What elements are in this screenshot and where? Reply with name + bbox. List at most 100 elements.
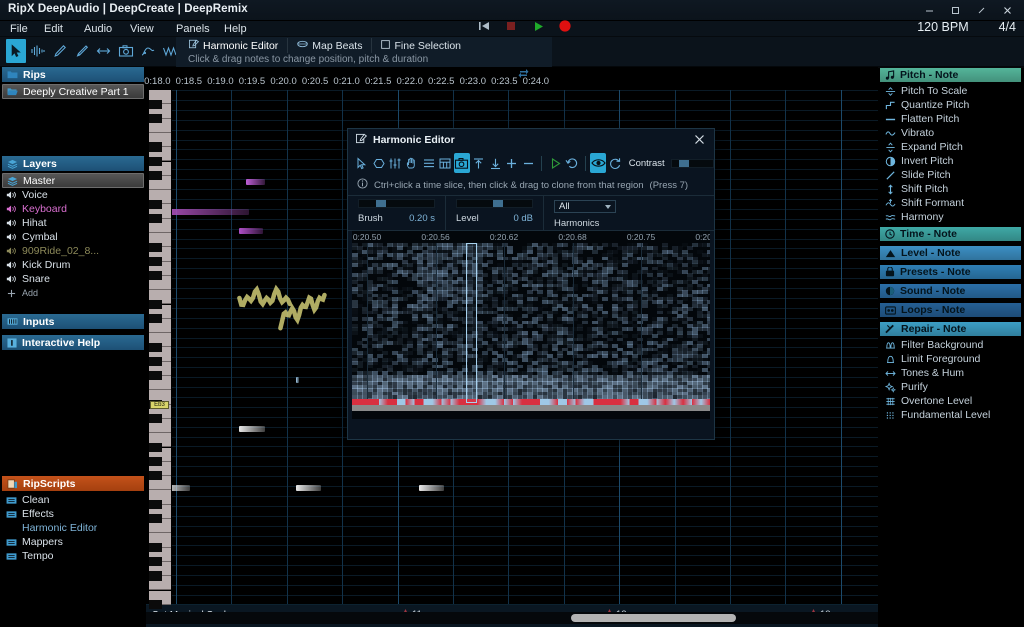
panel-row-clean[interactable]: Clean	[0, 493, 146, 507]
piano-black-key[interactable]	[149, 443, 162, 452]
right-section-pitch-note[interactable]: Pitch - Note	[880, 68, 1021, 82]
pointer-tool[interactable]	[354, 153, 370, 173]
right-item-tones-hum[interactable]: Tones & Hum	[878, 366, 1024, 380]
menu-item-file[interactable]: File	[10, 22, 28, 36]
piano-black-key[interactable]	[149, 543, 162, 552]
right-section-presets-note[interactable]: Presets - Note	[880, 265, 1021, 279]
record-icon[interactable]	[558, 19, 572, 33]
brush-slider[interactable]	[358, 199, 435, 208]
pitch-curve[interactable]	[239, 289, 289, 305]
piano-black-key[interactable]	[149, 257, 162, 266]
brush-tool[interactable]	[72, 39, 92, 63]
section-header-rips[interactable]: Rips	[2, 67, 144, 82]
tab-fine-selection[interactable]: Fine Selection	[372, 38, 470, 53]
right-section-repair-note[interactable]: Repair - Note	[880, 322, 1021, 336]
panel-row-harmonic-editor[interactable]: Harmonic Editor	[0, 521, 146, 535]
right-item-pitch-to-scale[interactable]: Pitch To Scale	[878, 84, 1024, 98]
right-item-harmony[interactable]: Harmony	[878, 210, 1024, 224]
piano-black-key[interactable]	[149, 371, 162, 380]
right-item-shift-pitch[interactable]: Shift Pitch	[878, 182, 1024, 196]
panel-row-cymbal[interactable]: Cymbal	[0, 230, 146, 244]
pencil-tool[interactable]	[50, 39, 70, 63]
piano-black-key[interactable]	[149, 200, 162, 209]
right-section-loops-note[interactable]: Loops - Note	[880, 303, 1021, 317]
panel-row-effects[interactable]: Effects	[0, 507, 146, 521]
panel-row-tempo[interactable]: Tempo	[0, 549, 146, 563]
tab-map-beats[interactable]: Map Beats	[288, 38, 372, 53]
piano-black-key[interactable]	[149, 357, 162, 366]
dialog-title-bar[interactable]: Harmonic Editor	[348, 129, 714, 151]
menu-item-help[interactable]: Help	[224, 22, 247, 36]
lower-tool[interactable]	[487, 153, 503, 173]
camera-tool[interactable]	[116, 39, 136, 63]
brush-slider-knob[interactable]	[376, 200, 386, 207]
right-item-quantize-pitch[interactable]: Quantize Pitch	[878, 98, 1024, 112]
stop-icon[interactable]	[504, 19, 518, 33]
close-icon[interactable]	[994, 0, 1020, 21]
level-slider-knob[interactable]	[493, 200, 503, 207]
maximize-icon[interactable]	[942, 0, 968, 21]
panel-row-deeply-creative-part-1[interactable]: Deeply Creative Part 1	[2, 84, 144, 99]
piano-black-key[interactable]	[149, 100, 162, 109]
piano-black-key[interactable]	[149, 500, 162, 509]
menu-item-view[interactable]: View	[130, 22, 154, 36]
eraser-tool[interactable]	[371, 153, 387, 173]
right-section-sound-note[interactable]: Sound - Note	[880, 284, 1021, 298]
hand-tool[interactable]	[404, 153, 420, 173]
minimize-icon[interactable]	[916, 0, 942, 21]
piano-black-key[interactable]	[149, 571, 162, 580]
piano-black-key[interactable]	[149, 114, 162, 123]
clone-stamp-tool[interactable]	[454, 153, 470, 173]
menu-item-panels[interactable]: Panels	[176, 22, 210, 36]
pitch-curve-tool[interactable]	[138, 39, 158, 63]
piano-black-key[interactable]	[149, 157, 162, 166]
restore-icon[interactable]	[968, 0, 994, 21]
harmonic-editor-dialog[interactable]: Harmonic Editor	[347, 128, 715, 440]
panel-row-kick-drum[interactable]: Kick Drum	[0, 258, 146, 272]
piano-black-key[interactable]	[149, 243, 162, 252]
horizontal-scrollbar[interactable]	[146, 612, 878, 624]
spectrogram-canvas[interactable]: 0:20.500:20.560:20.620:20.680:20.750:20.…	[352, 231, 710, 419]
piano-black-key[interactable]	[149, 514, 162, 523]
time-slice-selection[interactable]	[466, 243, 477, 403]
right-item-filter-background[interactable]: Filter Background	[878, 338, 1024, 352]
piano-black-key[interactable]	[149, 457, 162, 466]
eye-tool[interactable]	[590, 153, 606, 173]
panel-row-snare[interactable]: Snare	[0, 272, 146, 286]
piano-black-key[interactable]	[149, 171, 162, 180]
panel-row-add[interactable]: Add	[0, 286, 146, 300]
section-header-ripscripts[interactable]: RipScripts	[2, 476, 144, 491]
refresh-tool[interactable]	[607, 153, 623, 173]
menu-item-audio[interactable]: Audio	[84, 22, 112, 36]
right-item-overtone-level[interactable]: Overtone Level	[878, 394, 1024, 408]
panel-row-master[interactable]: Master	[2, 173, 144, 188]
panel-row-mappers[interactable]: Mappers	[0, 535, 146, 549]
right-item-expand-pitch[interactable]: Expand Pitch	[878, 140, 1024, 154]
split-tool[interactable]	[94, 39, 114, 63]
right-item-shift-formant[interactable]: Shift Formant	[878, 196, 1024, 210]
scrollbar-thumb[interactable]	[571, 614, 736, 622]
section-header-layers[interactable]: Layers	[2, 156, 144, 171]
contrast-slider[interactable]	[671, 159, 714, 168]
right-section-level-note[interactable]: Level - Note	[880, 246, 1021, 260]
panel-row-hihat[interactable]: Hihat	[0, 216, 146, 230]
piano-black-key[interactable]	[149, 414, 162, 423]
lines-tool[interactable]	[421, 153, 437, 173]
add-tool[interactable]	[504, 153, 520, 173]
play-icon[interactable]	[531, 19, 545, 33]
section-header-inputs[interactable]: Inputs	[2, 314, 144, 329]
piano-black-key[interactable]	[149, 557, 162, 566]
piano-black-key[interactable]	[149, 471, 162, 480]
right-item-fundamental-level[interactable]: Fundamental Level	[878, 408, 1024, 422]
chevron-down-icon[interactable]	[605, 205, 611, 209]
piano-black-key[interactable]	[149, 343, 162, 352]
harmonics-select[interactable]: All	[554, 200, 616, 213]
right-item-limit-foreground[interactable]: Limit Foreground	[878, 352, 1024, 366]
piano-black-key[interactable]	[149, 600, 162, 609]
piano-keyboard[interactable]: Eb3	[146, 90, 172, 604]
panel-row-keyboard[interactable]: Keyboard	[0, 202, 146, 216]
raise-tool[interactable]	[471, 153, 487, 173]
piano-black-key[interactable]	[149, 142, 162, 151]
sliders-tool[interactable]	[387, 153, 403, 173]
right-item-purify[interactable]: Purify	[878, 380, 1024, 394]
